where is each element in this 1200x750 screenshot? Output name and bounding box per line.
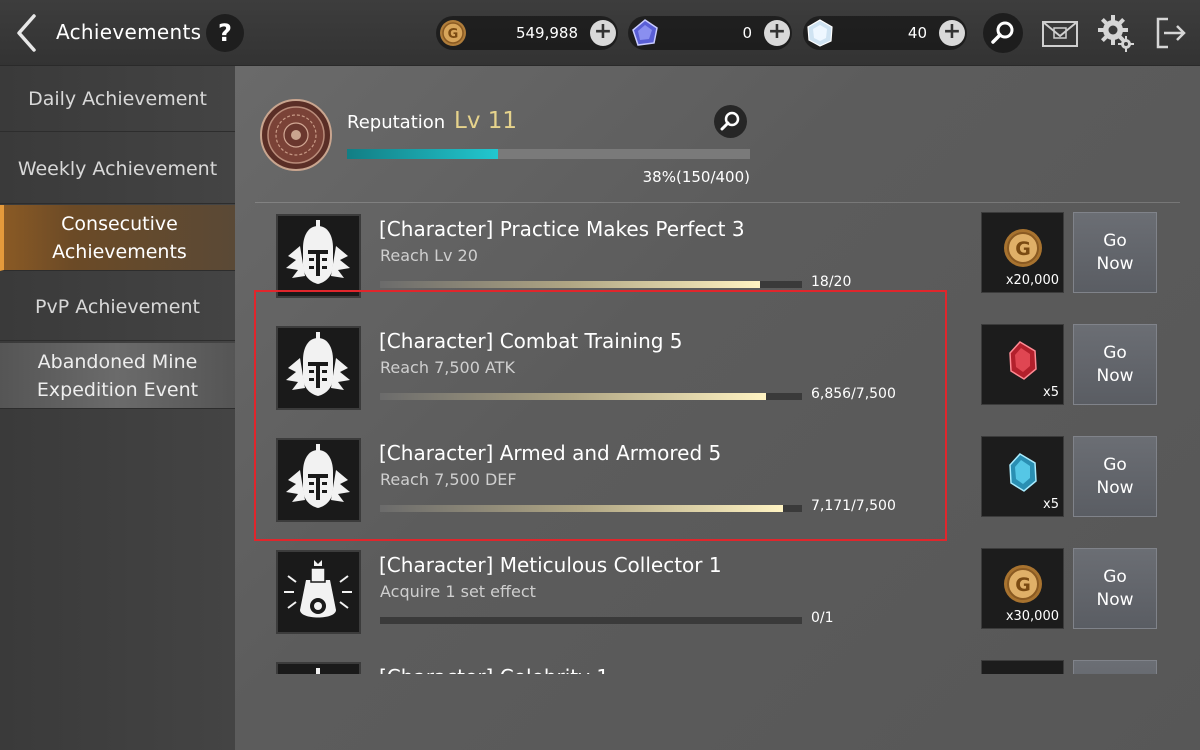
gold-value: 549,988 bbox=[515, 24, 578, 42]
achievement-icon bbox=[276, 214, 361, 298]
go-now-label: Go Now bbox=[1096, 454, 1134, 498]
achievement-description: Reach Lv 20 bbox=[380, 246, 478, 265]
crystal-currency: 40 + bbox=[803, 16, 967, 50]
red-stone-icon bbox=[1009, 341, 1037, 380]
reward-slot[interactable]: x5 bbox=[981, 436, 1064, 517]
reputation-progress-fill bbox=[347, 149, 499, 159]
add-gold-button[interactable]: + bbox=[590, 20, 616, 46]
mail-button[interactable] bbox=[1040, 13, 1080, 53]
highlight-box bbox=[254, 290, 947, 541]
divider bbox=[255, 202, 1180, 203]
help-button[interactable]: ? bbox=[206, 14, 244, 52]
reward-slot[interactable]: Gx20,000 bbox=[981, 212, 1064, 293]
sidebar-item-label: Consecutive Achievements bbox=[52, 212, 187, 263]
gold-coin-icon: G bbox=[1004, 229, 1042, 267]
achievement-description: Acquire 1 set effect bbox=[380, 582, 536, 601]
blue-gem-icon bbox=[632, 19, 658, 46]
reward-slot[interactable]: x5 bbox=[981, 324, 1064, 405]
achievement-progress-bar bbox=[380, 617, 802, 624]
reputation-label: Reputation bbox=[347, 112, 446, 133]
reputation-level: Lv 11 bbox=[454, 108, 518, 134]
sidebar-item-weekly[interactable]: Weekly Achievement bbox=[0, 134, 235, 204]
mail-icon bbox=[1042, 21, 1078, 47]
svg-text:G: G bbox=[1015, 238, 1031, 260]
add-crystal-button[interactable]: + bbox=[939, 20, 965, 46]
reputation-progress-bar bbox=[347, 149, 750, 159]
achievement-title: [Character] Practice Makes Perfect 3 bbox=[379, 217, 745, 241]
go-now-button[interactable]: Go Now bbox=[1073, 324, 1157, 405]
crystal-value: 40 bbox=[907, 24, 927, 42]
reputation-badge-icon bbox=[260, 99, 332, 171]
achievement-row-celebrity: [Character] Celebrity 1 G Go Now bbox=[235, 659, 1200, 674]
sidebar: Daily Achievement Weekly Achievement Con… bbox=[0, 66, 235, 750]
achievement-icon bbox=[276, 662, 361, 674]
top-bar: Achievements ? G 549,988 + 0 + 40 + bbox=[0, 0, 1200, 66]
sidebar-item-event[interactable]: Abandoned Mine Expedition Event bbox=[0, 343, 235, 409]
go-now-button[interactable]: Go Now bbox=[1073, 548, 1157, 629]
knight-helmet-icon bbox=[286, 220, 350, 284]
search-button[interactable] bbox=[983, 13, 1023, 53]
go-now-button[interactable]: Go Now bbox=[1073, 436, 1157, 517]
reward-quantity: x20,000 bbox=[1005, 273, 1059, 288]
achievement-progress-fill bbox=[380, 281, 760, 288]
sidebar-item-label: Abandoned Mine Expedition Event bbox=[36, 350, 199, 401]
sidebar-item-pvp[interactable]: PvP Achievement bbox=[0, 273, 235, 341]
collector-icon bbox=[284, 560, 352, 618]
achievement-title: [Character] Celebrity 1 bbox=[379, 665, 609, 674]
reputation-progress-text: 38%(150/400) bbox=[642, 168, 750, 186]
go-now-label: Go Now bbox=[1096, 342, 1134, 386]
gear-icon bbox=[1098, 15, 1134, 52]
chevron-left-icon bbox=[17, 14, 36, 52]
achievement-progress-text: 18/20 bbox=[811, 274, 852, 290]
search-icon bbox=[991, 21, 1014, 44]
sidebar-item-consecutive[interactable]: Consecutive Achievements bbox=[0, 205, 235, 271]
sidebar-item-label: Weekly Achievement bbox=[17, 157, 218, 180]
gold-currency: G 549,988 + bbox=[436, 16, 618, 50]
main-panel: Reputation Lv 11 38%(150/400) [Character… bbox=[235, 66, 1200, 750]
crystal-icon bbox=[807, 19, 833, 47]
gem-currency: 0 + bbox=[628, 16, 792, 50]
reputation-info-button[interactable] bbox=[714, 105, 747, 138]
gold-coin-icon: G bbox=[440, 20, 466, 46]
go-now-button[interactable]: Go Now bbox=[1073, 212, 1157, 293]
reward-quantity: x5 bbox=[1043, 497, 1059, 512]
achievement-icon bbox=[276, 550, 361, 634]
achievement-progress-bar bbox=[380, 281, 802, 288]
gem-value: 0 bbox=[742, 24, 752, 42]
sidebar-item-label: PvP Achievement bbox=[35, 295, 200, 318]
reward-slot[interactable]: Gx30,000 bbox=[981, 548, 1064, 629]
page-title: Achievements bbox=[56, 20, 202, 44]
svg-text:G: G bbox=[1015, 574, 1031, 596]
gold-coin-icon: G bbox=[1004, 565, 1042, 603]
achievement-row-collector: [Character] Meticulous Collector 1 Acquir… bbox=[235, 547, 1200, 637]
achievement-row-practice: [Character] Practice Makes Perfect 3 Reac… bbox=[235, 211, 1200, 301]
blue-stone-icon bbox=[1009, 453, 1037, 492]
achievement-progress-text: 0/1 bbox=[811, 610, 834, 626]
search-icon bbox=[720, 111, 740, 131]
reward-quantity: x30,000 bbox=[1005, 609, 1059, 624]
exit-button[interactable] bbox=[1150, 13, 1190, 53]
go-now-button[interactable]: Go Now bbox=[1073, 660, 1157, 674]
sidebar-item-label: Daily Achievement bbox=[28, 87, 207, 110]
go-now-label: Go Now bbox=[1096, 230, 1134, 274]
svg-text:G: G bbox=[448, 27, 459, 42]
go-now-label: Go Now bbox=[1096, 566, 1134, 610]
add-gem-button[interactable]: + bbox=[764, 20, 790, 46]
achievement-title: [Character] Meticulous Collector 1 bbox=[379, 553, 722, 577]
exit-icon bbox=[1156, 17, 1186, 49]
sidebar-item-daily[interactable]: Daily Achievement bbox=[0, 66, 235, 132]
reward-quantity: x5 bbox=[1043, 385, 1059, 400]
settings-button[interactable] bbox=[1096, 13, 1136, 53]
back-button[interactable] bbox=[10, 12, 46, 54]
reward-slot[interactable]: G bbox=[981, 660, 1064, 674]
knight-helmet-icon bbox=[316, 668, 320, 674]
